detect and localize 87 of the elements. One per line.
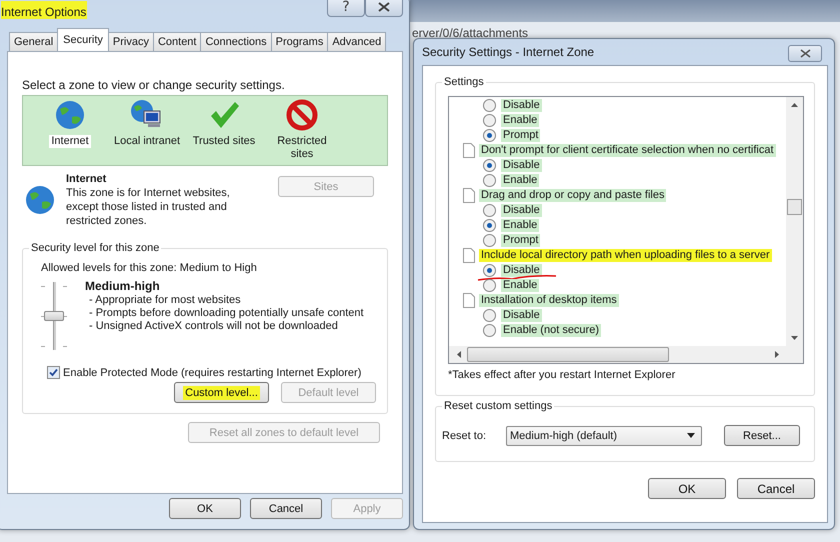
option-label: Prompt [501,234,540,247]
zone-item[interactable]: Internet [49,135,91,148]
close-button[interactable] [788,44,822,62]
zone-name: Internet [66,172,108,186]
radio-button[interactable] [483,234,496,247]
reset-dropdown[interactable]: Medium-high (default) [506,426,702,446]
dialog-button[interactable]: OK [169,498,241,519]
level-description: - Appropriate for most websites [88,294,242,307]
tab[interactable]: Content [152,32,202,51]
tab[interactable]: Connections [200,32,272,51]
allowed-levels: Allowed levels for this zone: Medium to High [41,262,258,274]
zone-prompt: Select a zone to view or change security settings. [22,78,286,92]
scroll-down-icon[interactable] [791,336,798,340]
group-legend: Security level for this zone [29,242,162,254]
reset-label: Reset to: [442,430,488,442]
group-legend: Reset custom settings [442,400,554,412]
window-title: Security Settings - Internet Zone [422,45,594,59]
document-icon [463,143,475,158]
dialog-button[interactable]: OK [648,478,726,499]
option-label: Enable [501,279,540,292]
setting-name: Include local directory path when uploading files to a server [479,249,772,262]
level-name: Medium-high [85,280,161,293]
setting-name: Drag and drop or copy and paste files [479,189,666,202]
security-slider[interactable] [39,280,69,352]
scrollbar-thumb[interactable] [787,199,802,215]
globe-icon [54,99,86,131]
radio-button[interactable] [483,219,496,232]
level-description: - Unsigned ActiveX controls will not be downloaded [88,320,339,333]
radio-button[interactable] [483,114,496,127]
radio-button[interactable] [483,174,496,187]
scrollbar-thumb[interactable] [467,347,669,362]
zone-item[interactable]: Local intranet [112,135,182,148]
setting-name: Don't prompt for client certificate selection when no certificat [479,144,776,157]
document-icon [463,293,475,308]
radio-button[interactable] [483,204,496,217]
option-label: Disable [501,309,542,322]
scroll-left-icon[interactable] [457,351,461,358]
radio-button[interactable] [483,324,496,337]
checkbox[interactable] [47,366,60,379]
window-title: Internet Options [1,1,88,19]
tab[interactable]: Programs [270,32,328,51]
option-label: Prompt [501,129,540,142]
option-label: Enable [501,219,540,232]
zone-item[interactable]: Restricted sites [274,135,330,161]
tab[interactable]: Security [57,28,109,51]
radio-button[interactable] [483,309,496,322]
close-icon [800,48,810,58]
radio-button[interactable] [483,279,496,292]
close-icon [378,2,390,12]
tab[interactable]: Privacy [108,32,154,51]
option-label: Disable [501,204,542,217]
checkbox-label: Enable Protected Mode (requires restarting Internet Explorer) [63,366,362,378]
radio-button[interactable] [483,129,496,142]
tab[interactable]: General [9,32,58,51]
dialog-button[interactable]: Cancel [737,478,815,499]
document-icon [463,248,475,263]
level-description: - Prompts before downloading potentially unsafe content [88,307,365,320]
option-label: Enable [501,174,540,187]
vertical-scrollbar[interactable] [786,97,803,346]
scroll-up-icon[interactable] [791,103,798,107]
option-label: Enable [501,114,540,127]
tab[interactable]: Advanced [327,32,386,51]
address-text: erver/0/6/attachments [412,26,528,40]
dialog-button[interactable]: Cancel [250,498,322,519]
custom-level-button[interactable]: Custom level... [174,382,269,403]
dropdown-caret-icon [687,433,695,438]
close-button[interactable] [365,0,403,17]
option-label: Enable (not secure) [501,324,601,337]
zone-item[interactable]: Trusted sites [190,135,258,148]
help-button[interactable]: ? [327,0,365,17]
option-label: Disable [501,264,542,277]
zone-description: This zone is for Internet websites, except those listed in trusted and restricted zones. [66,186,231,228]
radio-button[interactable] [483,159,496,172]
group-legend: Settings [442,76,486,88]
footnote: *Takes effect after you restart Internet Explorer [448,369,676,381]
globe-icon [24,184,56,216]
setting-name: Installation of desktop items [479,294,619,307]
reset-button[interactable]: Reset... [724,425,800,446]
prohibited-icon [286,99,318,131]
option-label: Disable [501,159,542,172]
horizontal-scrollbar[interactable] [449,346,803,363]
document-icon [463,188,475,203]
slider-thumb[interactable] [44,311,64,321]
scroll-right-icon[interactable] [775,351,779,358]
radio-button[interactable] [483,99,496,112]
radio-button[interactable] [483,264,496,277]
option-label: Disable [501,99,542,112]
